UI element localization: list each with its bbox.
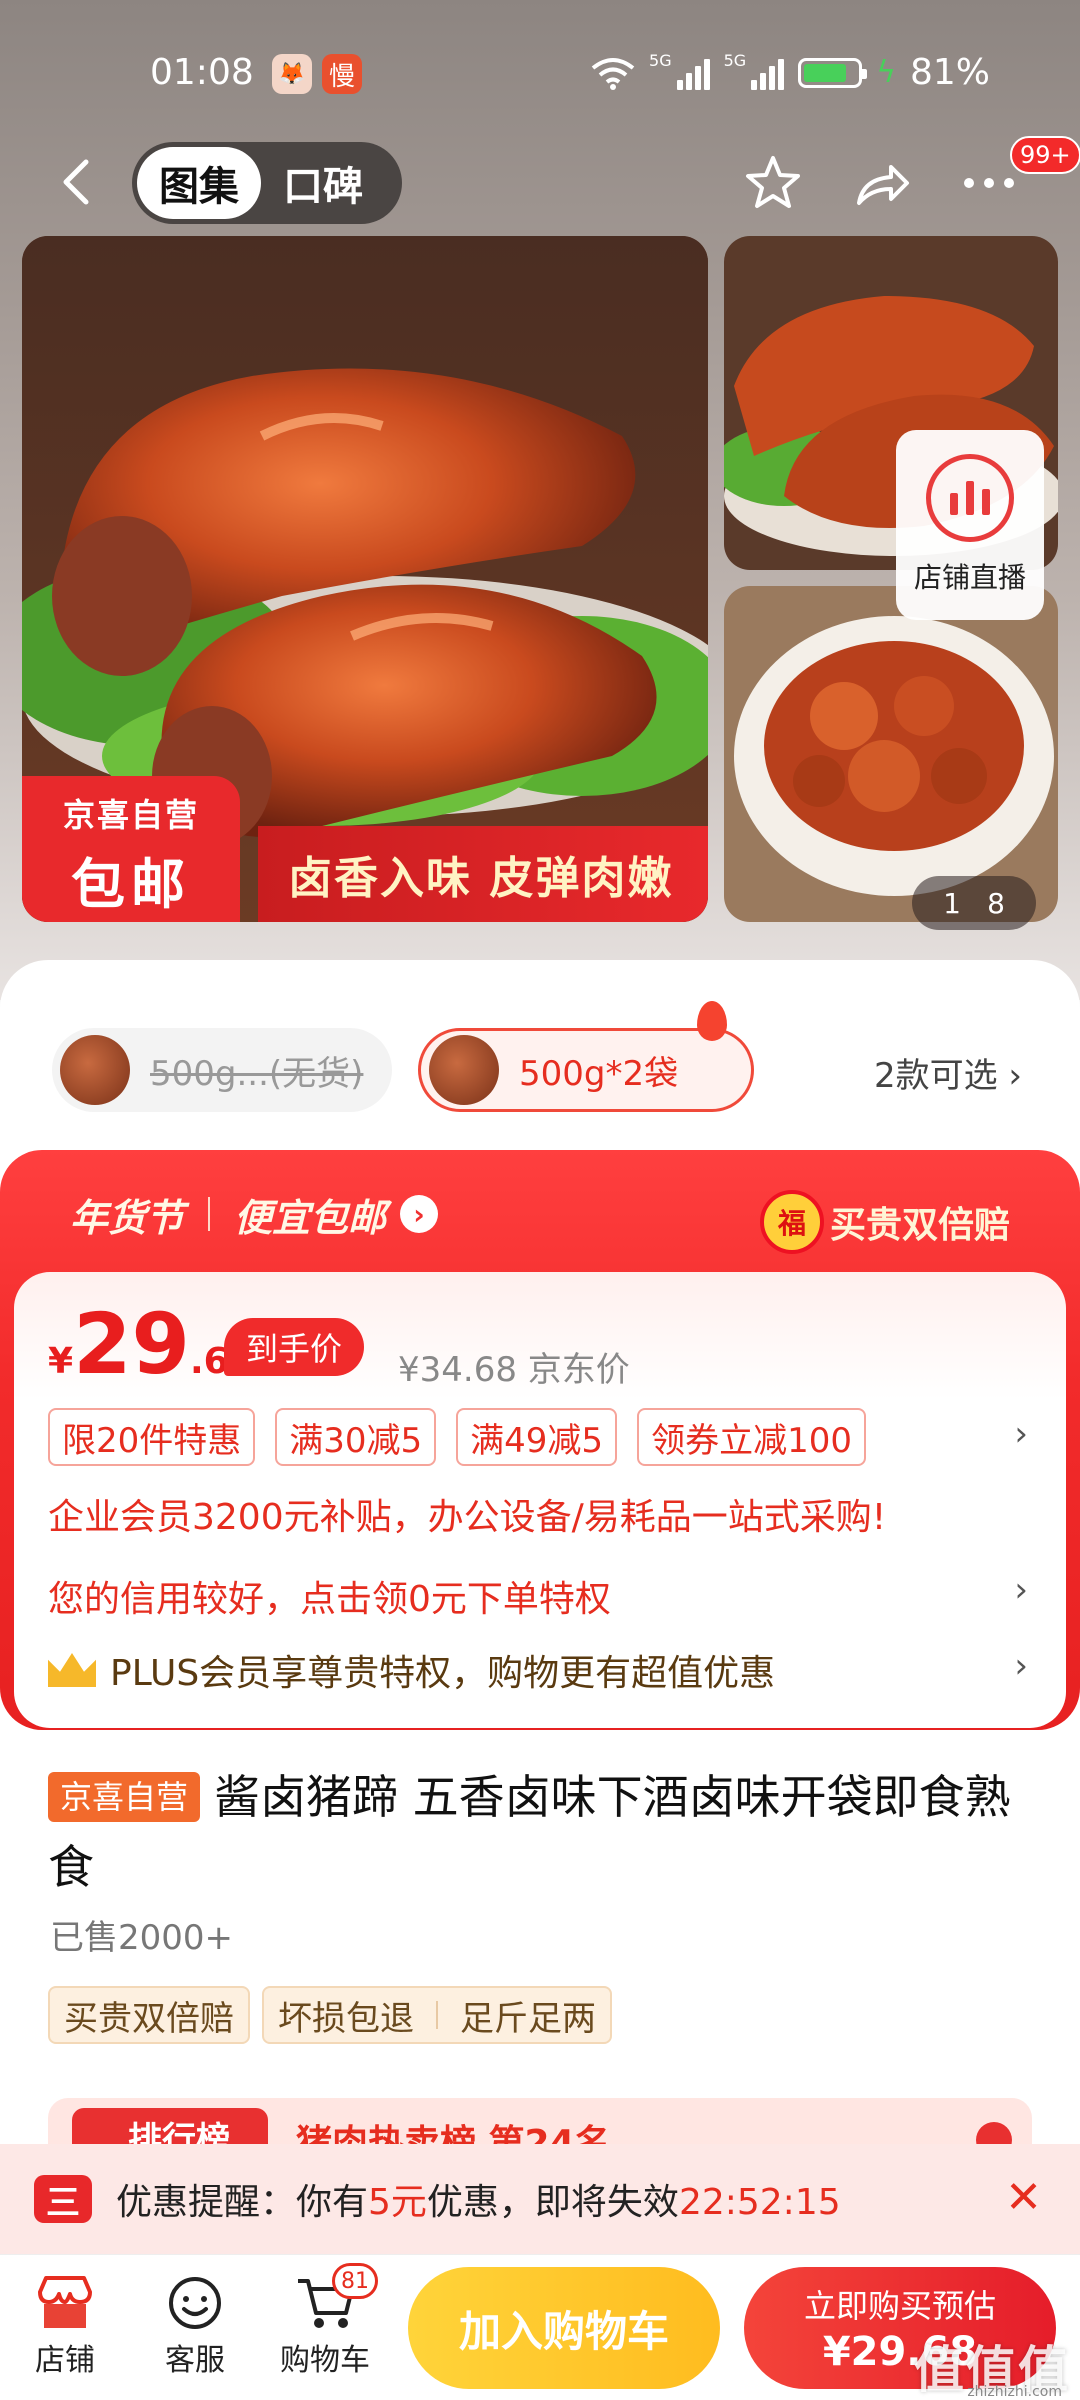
coupon-tag[interactable]: 限20件特惠 (48, 1408, 256, 1466)
festival-label: 年货节 (70, 1195, 185, 1240)
plus-offer[interactable]: PLUS会员享尊贵特权，购物更有超值优惠 (48, 1644, 775, 1696)
tab-reviews[interactable]: 口碑 (261, 147, 385, 219)
chevron-right-icon[interactable]: › (1014, 1570, 1028, 1610)
main-product-image[interactable]: 卤香入味 皮弹肉嫩 京喜自营 包邮 (22, 236, 708, 922)
pager-current: 1 (943, 886, 961, 920)
chat-icon (163, 2271, 227, 2335)
cart-button[interactable]: 购物车 81 (270, 2263, 380, 2379)
shop-label: 店铺 (35, 2343, 95, 2378)
coupon-tag[interactable]: 领券立减100 (637, 1408, 866, 1466)
jd-logo-icon: 三 (34, 2175, 92, 2223)
gallery-thumb[interactable] (724, 586, 1058, 922)
plus-offer-text: PLUS会员享尊贵特权，购物更有超值优惠 (110, 1653, 776, 1694)
reminder-text: 优惠提醒：你有5元优惠，即将失效22:52:15 (116, 2182, 841, 2223)
coupon-list[interactable]: 限20件特惠 满30减5 满49减5 领券立减100 (48, 1408, 866, 1466)
promo-slogan: 卤香入味 皮弹肉嫩 (258, 826, 708, 922)
shop-button[interactable]: 店铺 (10, 2271, 120, 2379)
message-badge: 99+ (1010, 136, 1080, 174)
service-label: 客服 (165, 2343, 225, 2378)
promo-badge-bottom: 包邮 (71, 853, 191, 916)
enterprise-offer[interactable]: 企业会员3200元补贴，办公设备/易耗品一站式采购! (48, 1488, 886, 1540)
share-icon[interactable] (848, 150, 914, 216)
final-price-tag: 到手价 (224, 1318, 365, 1376)
status-right: 5G 5G ϟ 81% (591, 51, 990, 93)
battery-icon (798, 57, 868, 88)
crown-icon (48, 1653, 96, 1687)
sold-count: 已售2000+ (50, 1918, 234, 1958)
sku-option-selected[interactable]: 500g*2袋 (418, 1001, 754, 1112)
lucky-icon: 福 (760, 1190, 824, 1254)
arrow-right-icon: › (400, 1195, 439, 1233)
cart-label: 购物车 (280, 2343, 370, 2378)
live-icon (926, 454, 1014, 542)
product-detail-page: 01:08 🦊 慢 5G 5G ϟ 81% 图集 口碑 99+ 卤香入味 皮弹肉… (0, 0, 1080, 2400)
pager-total: 8 (987, 886, 1005, 920)
sku-label: 500g*2袋 (519, 1053, 679, 1094)
top-nav: 图集 口碑 99+ (0, 136, 1080, 228)
sku-more-link[interactable]: 2款可选 › (874, 1048, 1022, 1097)
media-segment: 图集 口碑 (132, 142, 402, 224)
thumb-photo (724, 586, 1058, 922)
sku-thumb (60, 1035, 130, 1105)
sku-thumb (429, 1035, 499, 1105)
promo-badge-top: 京喜自营 (62, 796, 199, 834)
close-icon[interactable]: ✕ (1005, 2172, 1042, 2223)
promo-banner[interactable]: 年货节 便宜包邮 › (70, 1186, 439, 1242)
service-tags[interactable]: 买贵双倍赔 坏损包退 足斤足两 (48, 1986, 612, 2044)
shop-icon (33, 2271, 97, 2335)
service-tag: 坏损包退 (278, 1998, 414, 2039)
tab-gallery[interactable]: 图集 (137, 147, 261, 219)
buy-now-label: 立即购买预估 (803, 2287, 996, 2325)
guarantee-label: 买贵双倍赔 (830, 1205, 1011, 1246)
discount-reminder[interactable]: 三 优惠提醒：你有5元优惠，即将失效22:52:15 ✕ (0, 2144, 1080, 2254)
signal-icon: 5G (649, 51, 710, 90)
original-price: ¥34.68 京东价 (398, 1350, 630, 1390)
coupon-tag[interactable]: 满30减5 (275, 1408, 437, 1466)
slow-app-icon: 慢 (322, 54, 362, 94)
sku-option[interactable]: 500g...(无货) (52, 1028, 392, 1112)
customer-service-button[interactable]: 客服 (140, 2271, 250, 2379)
promo-headline: 便宜包邮 (234, 1195, 387, 1240)
service-tag[interactable]: 买贵双倍赔 (48, 1986, 250, 2044)
store-live-button[interactable]: 店铺直播 (896, 430, 1044, 620)
credit-offer[interactable]: 您的信用较好，点击领0元下单特权 (48, 1570, 611, 1622)
promo-badge: 京喜自营 包邮 (22, 776, 240, 922)
star-icon[interactable] (740, 150, 806, 216)
add-to-cart-button[interactable]: 加入购物车 (408, 2267, 720, 2389)
status-bar: 01:08 🦊 慢 5G 5G ϟ 81% (0, 40, 1080, 110)
charging-icon: ϟ (876, 55, 896, 90)
product-title: 京喜自营 酱卤猪蹄 五香卤味下酒卤味开袋即食熟食 (48, 1762, 1038, 1902)
sku-selector: 500g...(无货) 500g*2袋 2款可选 › (52, 1001, 1032, 1114)
fox-icon: 🦊 (272, 54, 312, 94)
hot-icon (697, 1001, 727, 1041)
service-tag: 足斤足两 (460, 1998, 596, 2039)
status-time: 01:08 (150, 52, 254, 93)
service-tag-group[interactable]: 坏损包退 足斤足两 (262, 1986, 612, 2044)
signal-icon: 5G (724, 51, 785, 90)
divider (208, 1197, 211, 1231)
store-live-label: 店铺直播 (913, 561, 1026, 594)
coupon-tag[interactable]: 满49减5 (456, 1408, 618, 1466)
guarantee-badge[interactable]: 福 买贵双倍赔 (760, 1190, 1010, 1254)
chevron-right-icon[interactable]: › (1014, 1646, 1028, 1686)
cart-count-badge: 81 (332, 2263, 378, 2299)
watermark-url: zhizhizhi.com (967, 2384, 1062, 2400)
seller-tag: 京喜自营 (48, 1771, 201, 1822)
sku-label: 500g...(无货) (150, 1053, 364, 1094)
back-icon[interactable] (50, 152, 110, 212)
chevron-right-icon[interactable]: › (1014, 1414, 1028, 1454)
wifi-icon (591, 57, 635, 90)
final-price: ¥29.68 (48, 1295, 254, 1393)
gallery-pager: 1 8 (912, 876, 1036, 930)
battery-percent: 81% (909, 52, 990, 93)
divider (436, 2001, 438, 2029)
